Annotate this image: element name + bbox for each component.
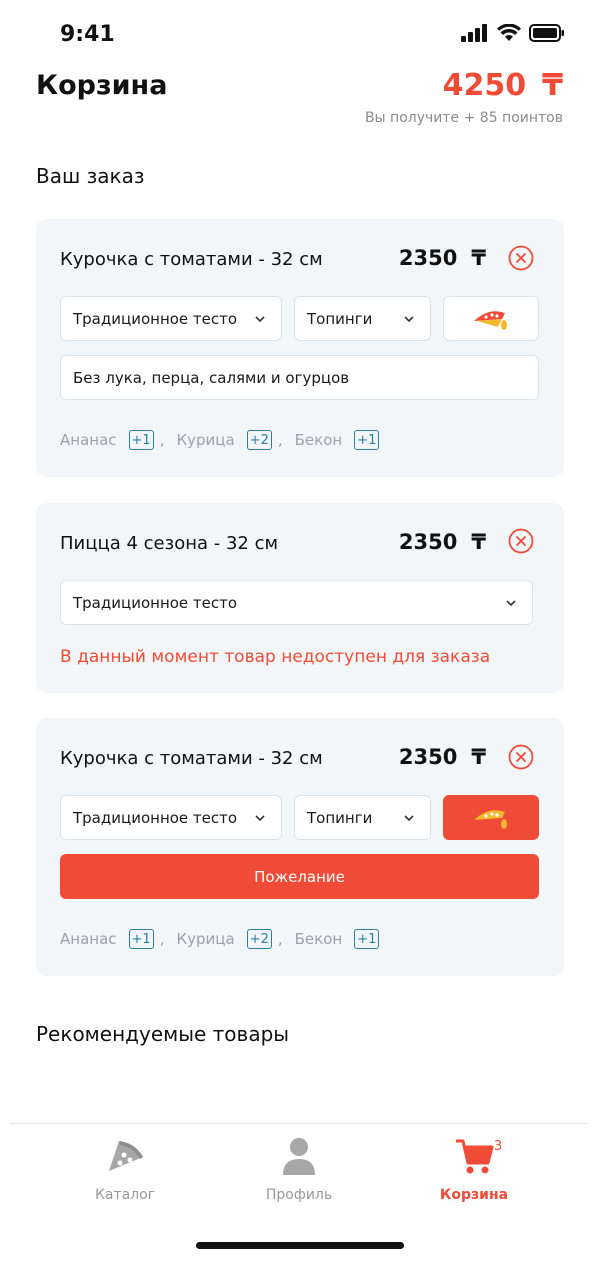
- cart-count-badge: 3: [494, 1139, 503, 1154]
- topping-qty-badge: +2: [246, 430, 272, 450]
- points-info: Вы получите + 85 поинтов: [364, 110, 563, 126]
- wish-input[interactable]: Без лука, перца, салями и огурцов: [60, 355, 539, 400]
- pizza-slice-icon: [474, 809, 507, 829]
- topping-separator: ,: [277, 431, 283, 449]
- dough-select-value: Традиционное тесто: [73, 309, 238, 328]
- item-price: 2350 ₸: [399, 745, 486, 769]
- topping-name: Ананас: [60, 930, 117, 948]
- remove-item-icon[interactable]: [508, 744, 534, 770]
- chevron-down-icon: [404, 316, 414, 323]
- item-price-value: 2350: [398, 530, 458, 554]
- wish-input-value: Без лука, перца, салями и огурцов: [73, 368, 350, 387]
- item-price: 2350 ₸: [399, 246, 486, 270]
- currency-symbol: ₸: [471, 246, 486, 270]
- toppings-list: Ананас +1 , Курица +2 , Бекон +1: [60, 430, 385, 450]
- cart-item-card: Курочка с томатами - 32 см 2350 ₸ Традиц…: [36, 219, 564, 477]
- tab-bar-divider: [10, 1123, 588, 1124]
- topping-separator: ,: [159, 930, 165, 948]
- chevron-down-icon: [255, 316, 265, 323]
- tab-label: Профиль: [265, 1187, 333, 1203]
- chevron-down-icon: [404, 815, 414, 822]
- item-title: Курочка с томатами - 32 см: [60, 249, 323, 270]
- currency-symbol: ₸: [471, 530, 486, 554]
- item-price-value: 2350: [398, 745, 458, 769]
- chevron-down-icon: [255, 815, 265, 822]
- item-title: Курочка с томатами - 32 см: [60, 748, 323, 769]
- topping-separator: ,: [159, 431, 165, 449]
- signal-icon: [461, 24, 487, 42]
- cart-icon: [456, 1139, 494, 1174]
- topping-qty-badge: +2: [246, 929, 272, 949]
- cart-total: 4250 ₸: [443, 68, 563, 103]
- dough-select[interactable]: Традиционное тесто: [60, 296, 282, 341]
- pizza-options-button[interactable]: [443, 795, 539, 840]
- pizza-options-button[interactable]: [443, 296, 539, 341]
- item-price-value: 2350: [398, 246, 458, 270]
- dough-select-value: Традиционное тесто: [73, 808, 238, 827]
- pizza-slice-icon: [474, 310, 507, 330]
- topping-separator: ,: [277, 930, 283, 948]
- topping-qty-badge: +1: [128, 929, 154, 949]
- dough-select-value: Традиционное тесто: [73, 593, 238, 612]
- profile-icon: [283, 1138, 315, 1175]
- status-icons: [461, 24, 565, 42]
- unavailable-message: В данный момент товар недоступен для зак…: [60, 647, 491, 667]
- chevron-down-icon: [506, 600, 516, 607]
- topping-name: Бекон: [294, 431, 343, 449]
- toppings-select-value: Топинги: [307, 808, 373, 827]
- tab-label: Корзина: [439, 1187, 509, 1203]
- dough-select[interactable]: Традиционное тесто: [60, 795, 282, 840]
- dough-select[interactable]: Традиционное тесто: [60, 580, 533, 625]
- currency-symbol: ₸: [542, 68, 563, 103]
- wish-button[interactable]: Пожелание: [60, 854, 539, 899]
- cart-item-card: Пицца 4 сезона - 32 см 2350 ₸ Традиционн…: [36, 503, 564, 693]
- wifi-icon: [497, 24, 521, 41]
- page-title: Корзина: [36, 70, 168, 101]
- topping-name: Курица: [176, 431, 235, 449]
- topping-name: Ананас: [60, 431, 117, 449]
- topping-qty-badge: +1: [354, 430, 380, 450]
- status-bar: 9:41: [0, 0, 599, 70]
- topping-qty-badge: +1: [354, 929, 380, 949]
- pizza-icon: [109, 1141, 143, 1171]
- toppings-select[interactable]: Топинги: [294, 795, 431, 840]
- order-section-title: Ваш заказ: [36, 164, 145, 188]
- cart-item-card: Курочка с томатами - 32 см 2350 ₸ Традиц…: [36, 718, 564, 976]
- toppings-list: Ананас +1 , Курица +2 , Бекон +1: [60, 929, 385, 949]
- status-time: 9:41: [60, 22, 115, 47]
- toppings-select[interactable]: Топинги: [294, 296, 431, 341]
- topping-name: Курица: [176, 930, 235, 948]
- battery-icon: [529, 24, 564, 42]
- home-indicator: [196, 1242, 404, 1249]
- remove-item-icon[interactable]: [508, 528, 534, 554]
- topping-name: Бекон: [294, 930, 343, 948]
- currency-symbol: ₸: [471, 745, 486, 769]
- recommended-section-title: Рекомендуемые товары: [36, 1022, 290, 1046]
- tab-label: Каталог: [94, 1187, 156, 1203]
- item-price: 2350 ₸: [399, 530, 486, 554]
- item-title: Пицца 4 сезона - 32 см: [60, 533, 279, 554]
- cart-total-value: 4250: [442, 68, 527, 103]
- topping-qty-badge: +1: [128, 430, 154, 450]
- remove-item-icon[interactable]: [508, 245, 534, 271]
- toppings-select-value: Топинги: [307, 309, 373, 328]
